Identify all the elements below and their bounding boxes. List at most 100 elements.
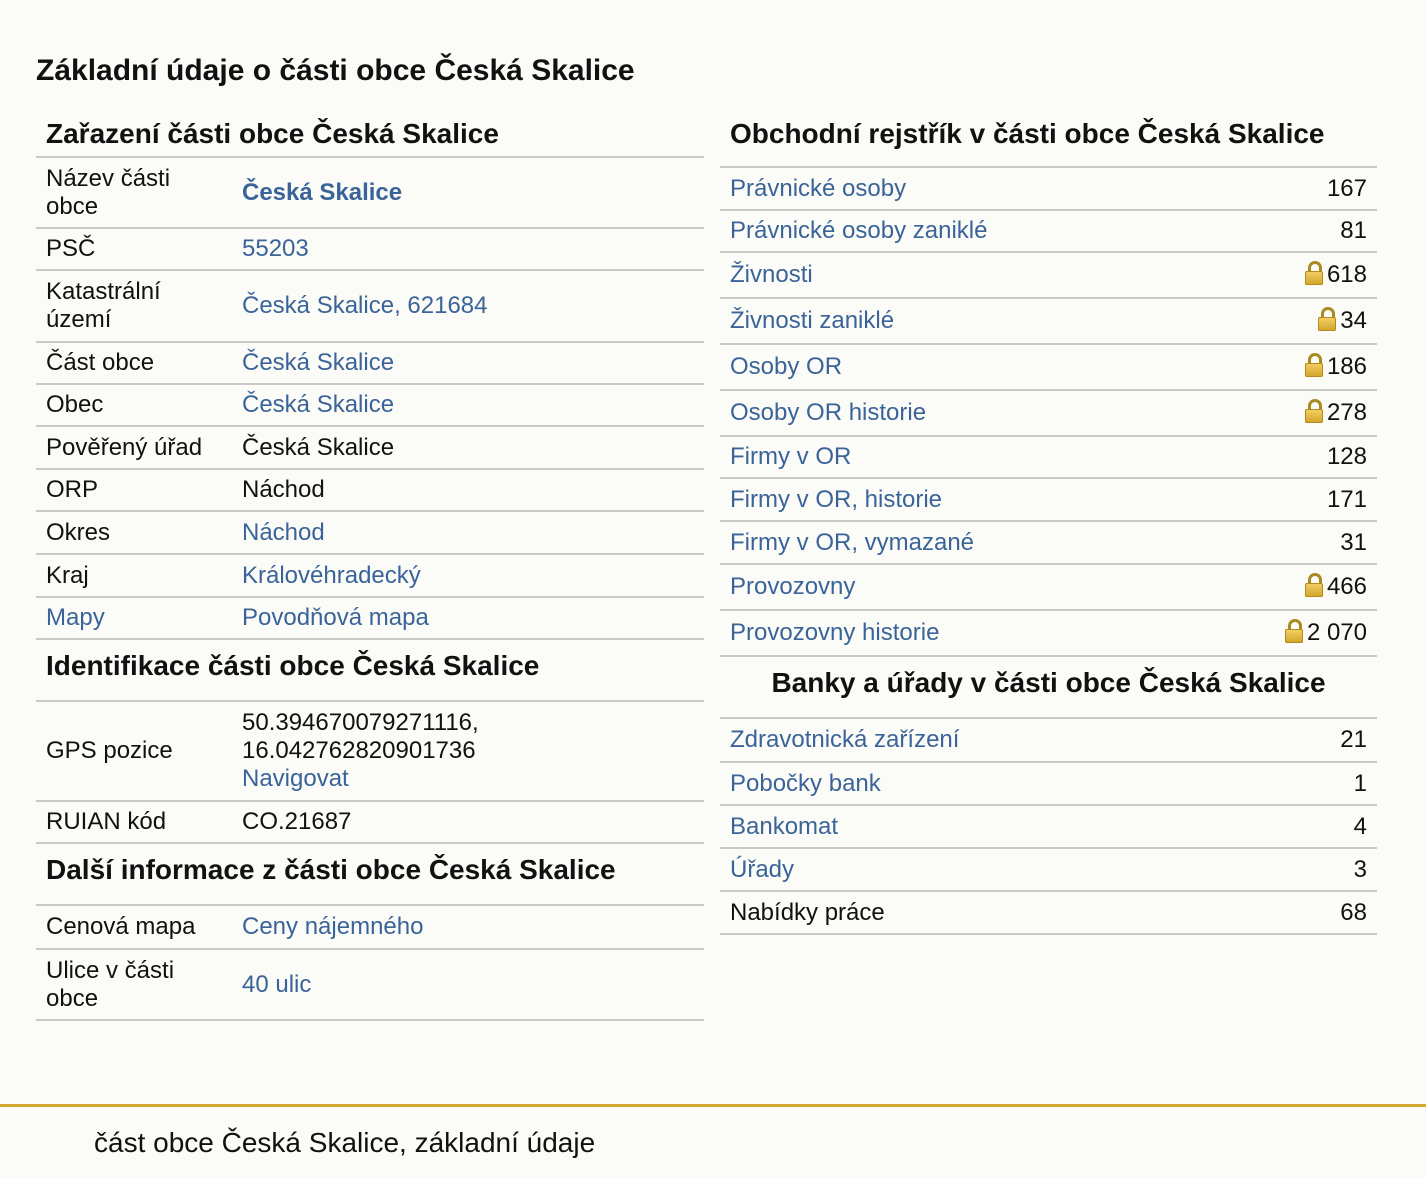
table-row: Pobočky bank 1 [720,762,1377,806]
row-value: 466 [1326,573,1367,600]
obec-link[interactable]: Česká Skalice [242,391,394,418]
row-value: 1 [1273,762,1377,806]
row-label: Název části obce [36,158,232,229]
footer-divider [0,1104,1426,1107]
firmy-v-or-link[interactable]: Firmy v OR [730,443,851,470]
table-row: Právnické osoby zaniklé 81 [720,210,1377,253]
row-label: Cenová mapa [36,906,232,950]
lock-icon[interactable] [1304,353,1323,377]
gps-lat: 50.394670079271116, [242,709,479,736]
row-value: 278 [1326,399,1367,426]
page-title: Základní údaje o části obce Česká Skalic… [36,54,635,87]
lock-icon[interactable] [1304,573,1323,597]
row-value: 81 [1200,210,1377,253]
ruian-label: RUIAN kód [36,801,232,844]
ulice-link[interactable]: 40 ulic [242,971,311,998]
table-row: Živnosti 618 [720,252,1377,299]
row-value: 618 [1326,261,1367,288]
pravnicke-osoby-zanikle-link[interactable]: Právnické osoby zaniklé [730,217,987,244]
katastralni-uzemi-link[interactable]: Česká Skalice, 621684 [242,292,487,319]
nabidky-prace-label: Nabídky práce [720,891,1274,935]
provozovny-historie-link[interactable]: Provozovny historie [730,619,939,646]
dalsi-title: Další informace z části obce Česká Skali… [36,844,704,906]
provozovny-link[interactable]: Provozovny [730,573,855,600]
povodnova-mapa-link[interactable]: Povodňová mapa [242,604,429,631]
urady-link[interactable]: Úřady [730,856,794,883]
bankomat-link[interactable]: Bankomat [730,813,838,840]
povereny-urad-value: Česká Skalice [232,426,704,470]
okres-link[interactable]: Náchod [242,519,325,546]
row-label: Část obce [36,342,232,385]
lock-icon[interactable] [1304,261,1323,285]
firmy-v-or-vymazane-link[interactable]: Firmy v OR, vymazané [730,529,974,556]
table-row: Část obce Česká Skalice [36,342,704,385]
cast-obce-link[interactable]: Česká Skalice [242,349,394,376]
table-row: Firmy v OR 128 [720,436,1377,479]
table-row: Úřady 3 [720,848,1377,892]
lock-icon[interactable] [1304,399,1323,423]
kraj-link[interactable]: Královéhradecký [242,562,421,589]
navigovat-link[interactable]: Navigovat [242,765,349,792]
ceny-najemneho-link[interactable]: Ceny nájemného [242,913,423,940]
table-row: Bankomat 4 [720,805,1377,849]
row-label: Pověřený úřad [36,426,232,470]
table-row: Kraj Královéhradecký [36,554,704,598]
zdravotnicka-zarizeni-link[interactable]: Zdravotnická zařízení [730,726,959,753]
pravnicke-osoby-link[interactable]: Právnické osoby [730,175,906,202]
table-row: Ulice v části obce 40 ulic [36,949,704,1021]
ruian-value: CO.21687 [232,801,704,844]
table-row: Mapy Povodňová mapa [36,597,704,640]
row-value: 31 [1200,521,1377,565]
table-row: Osoby OR historie 278 [720,390,1377,437]
footer-text: část obce Česká Skalice, základní údaje [94,1127,596,1158]
table-row: Provozovny historie 2 070 [720,610,1377,657]
table-row: Název části obce Česká Skalice [36,158,704,229]
row-value: 3 [1273,848,1377,892]
lock-icon[interactable] [1318,307,1337,331]
firmy-v-or-historie-link[interactable]: Firmy v OR, historie [730,486,942,513]
osoby-or-historie-link[interactable]: Osoby OR historie [730,399,926,426]
row-value: 128 [1200,436,1377,479]
osoby-or-link[interactable]: Osoby OR [730,353,842,380]
row-label: PSČ [36,228,232,271]
table-row: Provozovny 466 [720,564,1377,611]
zivnosti-link[interactable]: Živnosti [730,261,813,288]
zivnosti-zanikle-link[interactable]: Živnosti zaniklé [730,307,894,334]
table-row: Pověřený úřad Česká Skalice [36,426,704,470]
row-value: 167 [1200,168,1377,211]
table-row: Osoby OR 186 [720,344,1377,391]
table-row: Cenová mapa Ceny nájemného [36,906,704,950]
orp-value: Náchod [232,469,704,512]
table-row: GPS pozice 50.394670079271116, 16.042762… [36,702,704,802]
left-column: Zařazení části obce Česká Skalice Název … [36,110,704,1021]
row-value: 186 [1326,353,1367,380]
table-row: Katastrální území Česká Skalice, 621684 [36,270,704,343]
table-row: ORP Náchod [36,469,704,512]
row-value: 34 [1340,307,1367,334]
zarazeni-title: Zařazení části obce Česká Skalice [36,110,704,158]
mapy-link[interactable]: Mapy [46,604,105,631]
row-label: Katastrální území [36,270,232,343]
row-value: 4 [1273,805,1377,849]
row-value: 21 [1273,719,1377,763]
psc-link[interactable]: 55203 [242,235,309,262]
pobocky-bank-link[interactable]: Pobočky bank [730,770,881,797]
lock-icon[interactable] [1284,619,1303,643]
table-row: Firmy v OR, vymazané 31 [720,521,1377,565]
table-row: Zdravotnická zařízení 21 [720,719,1377,763]
table-row: PSČ 55203 [36,228,704,271]
table-row: Právnické osoby 167 [720,168,1377,211]
table-row: Nabídky práce 68 [720,891,1377,935]
page: Základní údaje o části obce Česká Skalic… [0,0,1426,1178]
row-label: Kraj [36,554,232,598]
gps-lon: 16.042762820901736 [242,737,476,764]
obchodni-title: Obchodní rejstřík v části obce Česká Ska… [720,110,1377,168]
gps-value: 50.394670079271116, 16.042762820901736 N… [232,702,704,802]
gps-label: GPS pozice [36,702,232,802]
row-label: Okres [36,511,232,555]
table-row: Firmy v OR, historie 171 [720,478,1377,522]
table-row: Okres Náchod [36,511,704,555]
banky-table: Zdravotnická zařízení 21 Pobočky bank 1 … [720,719,1377,935]
dalsi-table: Cenová mapa Ceny nájemného Ulice v části… [36,906,704,1021]
nazev-casti-obce-link[interactable]: Česká Skalice [242,179,402,206]
